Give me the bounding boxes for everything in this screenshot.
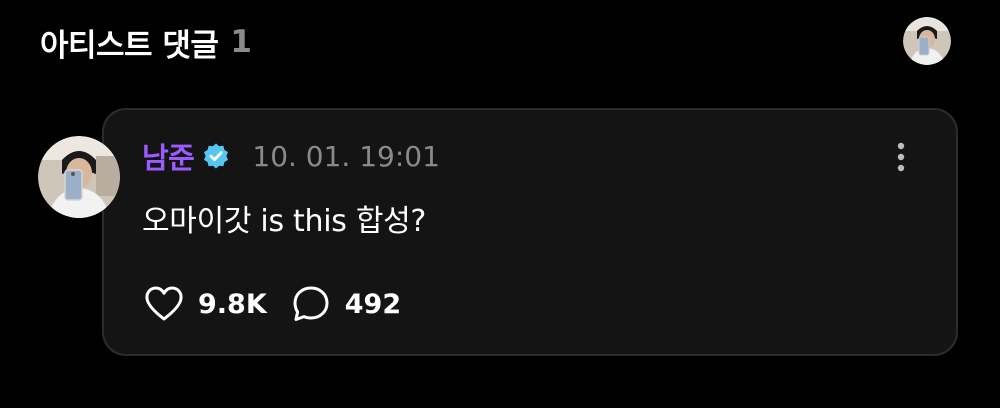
comments-header: 아티스트 댓글 1 (40, 20, 252, 64)
speech-bubble-icon (289, 282, 333, 326)
reply-button[interactable]: 492 (289, 282, 401, 326)
more-vertical-icon[interactable] (891, 140, 911, 176)
profile-photo-icon (38, 136, 120, 218)
comment-author-avatar[interactable] (38, 136, 120, 218)
section-title: 아티스트 댓글 (40, 27, 219, 64)
comment-meta: 남준 10. 01. 19:01 (142, 136, 440, 176)
heart-outline-icon (142, 282, 186, 326)
comment-actions: 9.8K 492 (142, 282, 401, 326)
profile-photo-icon (903, 17, 951, 65)
comment-count: 1 (230, 24, 252, 60)
artist-avatar[interactable] (903, 17, 951, 65)
reply-count: 492 (344, 288, 402, 320)
comment-timestamp: 10. 01. 19:01 (252, 139, 440, 173)
comment-body: 오마이갓 is this 합성? (142, 204, 427, 239)
author-name[interactable]: 남준 (142, 135, 195, 177)
like-button[interactable]: 9.8K (142, 282, 267, 326)
verified-badge-icon (202, 142, 230, 170)
like-count: 9.8K (198, 288, 267, 320)
